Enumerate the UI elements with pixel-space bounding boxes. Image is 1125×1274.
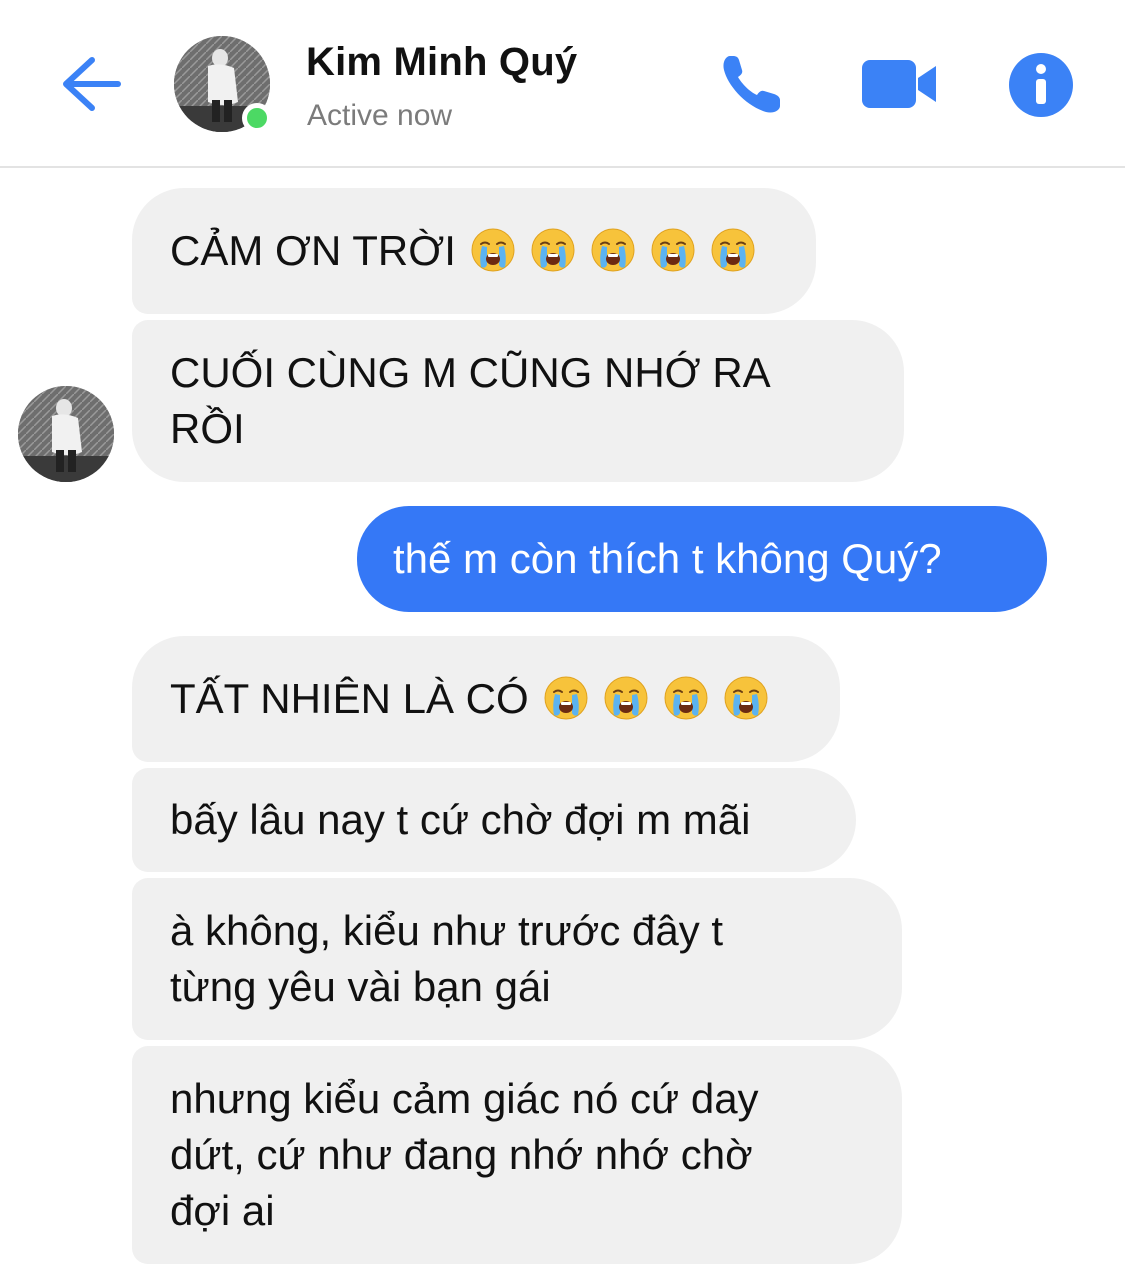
info-icon: [1009, 53, 1073, 117]
voice-call-button[interactable]: [716, 50, 788, 118]
phone-icon: [723, 56, 780, 113]
message-text: TẤT NHIÊN LÀ CÓ: [170, 675, 529, 722]
back-button[interactable]: [58, 52, 122, 116]
message-text: bấy lâu nay t cứ chờ đợi m mãi: [170, 796, 751, 843]
message-bubble[interactable]: à không, kiểu như trước đây t từng yêu v…: [132, 878, 902, 1040]
loudly-crying-face-icon: [710, 227, 756, 273]
loudly-crying-face-icon: [603, 675, 649, 721]
message-text: à không, kiểu như trước đây t từng yêu v…: [170, 907, 724, 1010]
message-bubble[interactable]: TẤT NHIÊN LÀ CÓ: [132, 636, 840, 762]
loudly-crying-face-icon: [650, 227, 696, 273]
contact-name[interactable]: Kim Minh Quý: [306, 40, 577, 85]
online-status-dot: [242, 103, 272, 133]
message-bubble-sent[interactable]: thế m còn thích t không Quý?: [357, 506, 1047, 612]
message-text: nhưng kiểu cảm giác nó cứ day dứt, cứ nh…: [170, 1075, 759, 1234]
conversation-header: Kim Minh Quý Active now: [0, 0, 1125, 168]
video-call-button[interactable]: [860, 54, 938, 114]
message-text: thế m còn thích t không Quý?: [393, 535, 942, 582]
loudly-crying-face-icon: [663, 675, 709, 721]
loudly-crying-face-icon: [530, 227, 576, 273]
message-text: CẢM ƠN TRỜI: [170, 227, 456, 274]
loudly-crying-face-icon: [723, 675, 769, 721]
loudly-crying-face-icon: [590, 227, 636, 273]
message-bubble[interactable]: bấy lâu nay t cứ chờ đợi m mãi: [132, 768, 856, 872]
loudly-crying-face-icon: [543, 675, 589, 721]
message-bubble[interactable]: CUỐI CÙNG M CŨNG NHỚ RA RỒI: [132, 320, 904, 482]
emoji-group: [456, 223, 756, 279]
message-bubble[interactable]: nhưng kiểu cảm giác nó cứ day dứt, cứ nh…: [132, 1046, 902, 1264]
emoji-group: [529, 671, 769, 727]
message-text: CUỐI CÙNG M CŨNG NHỚ RA RỒI: [170, 349, 771, 452]
contact-message-avatar[interactable]: [18, 386, 114, 482]
avatar-photo: [18, 386, 114, 482]
video-camera-icon: [862, 60, 936, 108]
loudly-crying-face-icon: [470, 227, 516, 273]
message-bubble[interactable]: CẢM ƠN TRỜI: [132, 188, 816, 314]
active-status: Active now: [307, 99, 453, 132]
arrow-left-icon: [63, 57, 121, 111]
conversation-info-button[interactable]: [1008, 52, 1074, 118]
